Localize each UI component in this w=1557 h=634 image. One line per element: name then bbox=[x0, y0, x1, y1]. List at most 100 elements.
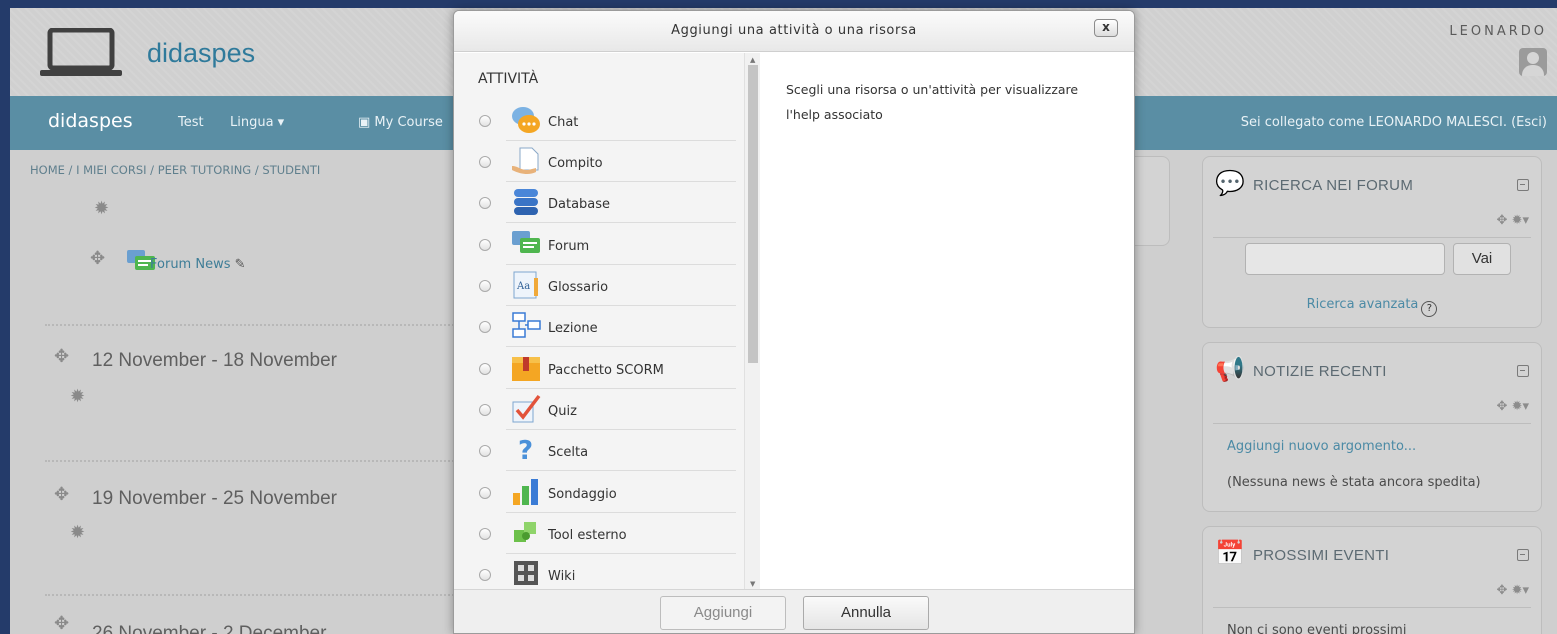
divider bbox=[1213, 237, 1531, 238]
move-icon[interactable]: ✥ bbox=[54, 484, 69, 505]
wiki-icon bbox=[514, 561, 538, 585]
add-news-link[interactable]: Aggiungi nuovo argomento... bbox=[1227, 439, 1416, 454]
gear-icon[interactable]: ✹ bbox=[70, 522, 85, 543]
dialog-title: Aggiungi una attività o una risorsa bbox=[671, 23, 917, 38]
divider bbox=[506, 264, 736, 265]
collapse-icon[interactable] bbox=[1517, 549, 1529, 561]
option-label: Chat bbox=[548, 115, 579, 130]
vai-button[interactable]: Vai bbox=[1453, 243, 1511, 275]
lesson-icon bbox=[512, 312, 541, 338]
radio[interactable] bbox=[479, 321, 491, 333]
option-lezione[interactable]: Lezione bbox=[454, 307, 744, 347]
gear-icon[interactable]: ✹ bbox=[94, 198, 109, 219]
section-divider bbox=[45, 324, 465, 326]
option-label: Wiki bbox=[548, 569, 576, 584]
radio[interactable] bbox=[479, 487, 491, 499]
edit-pencil-icon[interactable]: ✎ bbox=[235, 257, 246, 272]
calendar-icon: 📅 bbox=[1215, 539, 1245, 567]
divider bbox=[506, 388, 736, 389]
activity-list-scrollbar[interactable]: ▲ ▼ bbox=[744, 53, 760, 591]
option-scelta[interactable]: ? Scelta bbox=[454, 431, 744, 471]
divider bbox=[506, 305, 736, 306]
activity-list: ATTIVITÀ Chat Compito Database Forum Aa … bbox=[454, 53, 744, 591]
scroll-up-icon[interactable]: ▲ bbox=[750, 56, 755, 64]
option-glossario[interactable]: Aa Glossario bbox=[454, 266, 744, 306]
forum-search-input[interactable] bbox=[1245, 243, 1445, 275]
block-actions[interactable]: ✥ ✹▾ bbox=[1497, 213, 1529, 228]
divider bbox=[506, 140, 736, 141]
radio[interactable] bbox=[479, 115, 491, 127]
laptop-logo-icon bbox=[40, 28, 122, 76]
option-label: Sondaggio bbox=[548, 487, 617, 502]
radio[interactable] bbox=[479, 528, 491, 540]
close-icon[interactable]: x bbox=[1094, 19, 1118, 37]
glossary-icon: Aa bbox=[513, 271, 538, 299]
option-label: Scelta bbox=[548, 445, 589, 460]
option-label: Forum bbox=[548, 239, 590, 254]
section-divider bbox=[45, 460, 465, 462]
section-heading: ATTIVITÀ bbox=[478, 71, 539, 87]
cancel-button[interactable]: Annulla bbox=[803, 596, 929, 630]
nav-link-test[interactable]: Test bbox=[178, 115, 204, 130]
events-empty-text: Non ci sono eventi prossimi bbox=[1227, 623, 1407, 634]
week-title: 12 November - 18 November bbox=[92, 350, 337, 371]
login-status[interactable]: Sei collegato come LEONARDO MALESCI. (Es… bbox=[1241, 115, 1547, 130]
help-icon[interactable]: ? bbox=[1421, 301, 1438, 317]
option-database[interactable]: Database bbox=[454, 183, 744, 223]
divider bbox=[506, 553, 736, 554]
radio[interactable] bbox=[479, 404, 491, 416]
forum-news-link[interactable]: Forum News ✎ bbox=[150, 257, 246, 272]
radio[interactable] bbox=[479, 280, 491, 292]
forum-icon bbox=[512, 231, 540, 253]
scroll-down-icon[interactable]: ▼ bbox=[750, 580, 755, 588]
option-compito[interactable]: Compito bbox=[454, 142, 744, 182]
upcoming-events-block: 📅 PROSSIMI EVENTI ✥ ✹▾ Non ci sono event… bbox=[1202, 526, 1542, 634]
radio[interactable] bbox=[479, 569, 491, 581]
scorm-icon bbox=[512, 357, 540, 381]
move-icon[interactable]: ✥ bbox=[54, 346, 69, 367]
block-actions[interactable]: ✥ ✹▾ bbox=[1497, 399, 1529, 414]
radio[interactable] bbox=[479, 445, 491, 457]
dialog-footer: Aggiungi Annulla bbox=[454, 589, 1134, 633]
nav-brand[interactable]: didaspes bbox=[48, 110, 133, 132]
option-forum[interactable]: Forum bbox=[454, 225, 744, 265]
divider bbox=[506, 181, 736, 182]
option-tool-esterno[interactable]: Tool esterno bbox=[454, 514, 744, 554]
gear-icon[interactable]: ✹ bbox=[70, 386, 85, 407]
collapse-icon[interactable] bbox=[1517, 365, 1529, 377]
option-chat[interactable]: Chat bbox=[454, 101, 744, 141]
move-icon[interactable]: ✥ bbox=[54, 613, 69, 634]
user-name[interactable]: LEONARDO bbox=[1449, 24, 1547, 39]
advanced-search-link[interactable]: Ricerca avanzata? bbox=[1203, 297, 1541, 317]
dialog-header: Aggiungi una attività o una risorsa x bbox=[454, 11, 1134, 52]
radio[interactable] bbox=[479, 197, 491, 209]
block-title: PROSSIMI EVENTI bbox=[1253, 547, 1390, 564]
avatar[interactable] bbox=[1519, 48, 1547, 76]
option-sondaggio[interactable]: Sondaggio bbox=[454, 473, 744, 513]
radio[interactable] bbox=[479, 156, 491, 168]
divider bbox=[506, 470, 736, 471]
option-label: Pacchetto SCORM bbox=[548, 363, 664, 378]
radio[interactable] bbox=[479, 363, 491, 375]
breadcrumb[interactable]: HOME / I MIEI CORSI / PEER TUTORING / ST… bbox=[30, 163, 320, 177]
site-name[interactable]: didaspes bbox=[147, 38, 255, 69]
option-label: Compito bbox=[548, 156, 603, 171]
collapse-icon[interactable] bbox=[1517, 179, 1529, 191]
divider bbox=[1213, 607, 1531, 608]
week-title: 26 November - 2 December bbox=[92, 623, 327, 634]
option-scorm[interactable]: Pacchetto SCORM bbox=[454, 349, 744, 389]
divider bbox=[506, 429, 736, 430]
move-icon[interactable]: ✥ bbox=[90, 248, 105, 269]
option-quiz[interactable]: Quiz bbox=[454, 390, 744, 430]
nav-link-my-courses[interactable]: ▣ My Course bbox=[358, 115, 443, 130]
block-title: RICERCA NEI FORUM bbox=[1253, 177, 1414, 194]
block-actions[interactable]: ✥ ✹▾ bbox=[1497, 583, 1529, 598]
option-label: Lezione bbox=[548, 321, 598, 336]
scroll-thumb[interactable] bbox=[748, 65, 758, 363]
chat-icon bbox=[512, 107, 540, 133]
nav-link-lingua[interactable]: Lingua ▾ bbox=[230, 115, 284, 130]
add-button[interactable]: Aggiungi bbox=[660, 596, 786, 630]
megaphone-icon: 📢 bbox=[1215, 355, 1245, 383]
radio[interactable] bbox=[479, 239, 491, 251]
assignment-icon bbox=[512, 147, 539, 175]
